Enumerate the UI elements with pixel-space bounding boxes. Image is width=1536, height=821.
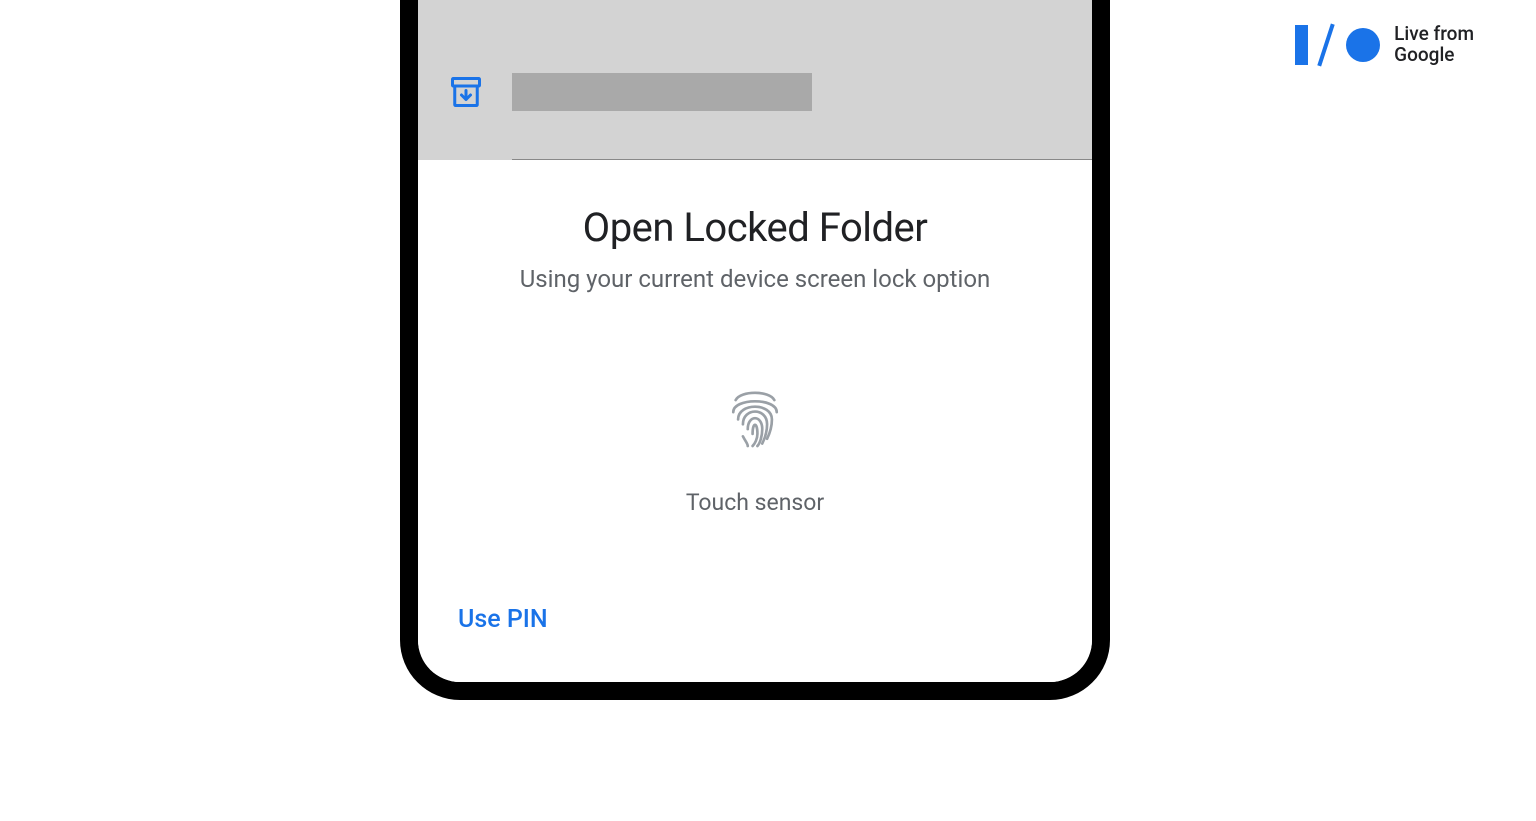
io-slash-icon (1313, 25, 1341, 65)
dialog-title: Open Locked Folder (583, 204, 928, 251)
io-letter-o-icon (1346, 28, 1380, 62)
fingerprint-icon (726, 383, 784, 451)
touch-sensor-label: Touch sensor (686, 489, 824, 516)
io-tagline: Live from Google (1394, 24, 1474, 66)
io-tagline-line1: Live from (1394, 24, 1474, 45)
redacted-text-placeholder (512, 73, 812, 111)
io-letter-i-icon (1295, 25, 1308, 65)
io-logo-mark (1295, 25, 1380, 65)
io-tagline-line2: Google (1394, 45, 1474, 66)
use-pin-button[interactable]: Use PIN (458, 605, 548, 634)
google-io-badge: Live from Google (1295, 24, 1474, 66)
phone-screen: Open Locked Folder Using your current de… (418, 0, 1092, 682)
archive-box-icon (448, 74, 484, 110)
background-app-area (418, 0, 1092, 160)
archive-list-item (418, 73, 1092, 159)
fingerprint-prompt[interactable]: Touch sensor (686, 383, 824, 516)
biometric-dialog: Open Locked Folder Using your current de… (418, 160, 1092, 682)
phone-device-frame: Open Locked Folder Using your current de… (400, 0, 1110, 700)
dialog-subtitle: Using your current device screen lock op… (520, 265, 991, 293)
